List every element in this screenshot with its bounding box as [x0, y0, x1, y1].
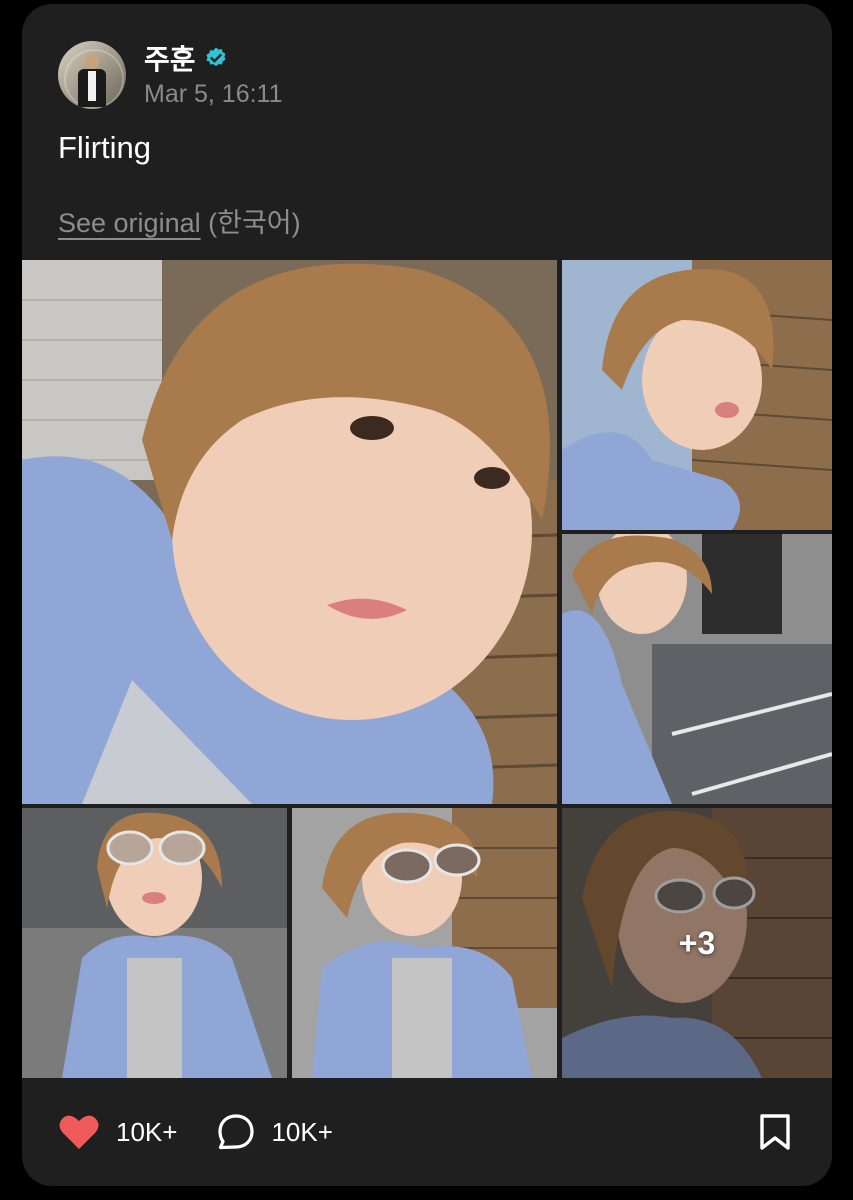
- comment-bubble-icon: [218, 1114, 255, 1150]
- verified-badge-icon: [205, 47, 226, 67]
- author-name[interactable]: 주훈: [144, 38, 196, 78]
- post-actions: 10K+ 10K+: [58, 1108, 796, 1156]
- gallery-photo-3[interactable]: [562, 534, 832, 804]
- gallery-photo-4[interactable]: [22, 808, 287, 1078]
- heart-icon: [59, 1115, 99, 1149]
- gallery-photo-5[interactable]: [292, 808, 557, 1078]
- translation-note: See original (한국어): [58, 201, 301, 240]
- original-language-label: (한국어): [208, 208, 301, 238]
- comment-button[interactable]: 10K+: [217, 1113, 333, 1151]
- see-original-link[interactable]: See original: [58, 208, 201, 238]
- comment-count: 10K+: [271, 1116, 333, 1147]
- post-card: 주훈 Mar 5, 16:11 Flirting See original (한…: [22, 4, 832, 1186]
- gallery-photo-2[interactable]: [562, 260, 832, 530]
- author-meta: 주훈 Mar 5, 16:11: [144, 40, 283, 109]
- post-header: 주훈 Mar 5, 16:11: [58, 40, 283, 109]
- post-timestamp: Mar 5, 16:11: [144, 80, 283, 108]
- gallery-photo-1[interactable]: [22, 260, 557, 804]
- post-caption: Flirting: [58, 130, 152, 165]
- bookmark-icon: [760, 1114, 790, 1150]
- like-button[interactable]: 10K+: [58, 1113, 177, 1151]
- avatar[interactable]: [58, 40, 126, 109]
- bookmark-button[interactable]: [758, 1112, 792, 1157]
- gallery-photo-6[interactable]: +3: [562, 808, 832, 1078]
- more-photos-count[interactable]: +3: [562, 808, 832, 1078]
- like-count: 10K+: [116, 1116, 178, 1147]
